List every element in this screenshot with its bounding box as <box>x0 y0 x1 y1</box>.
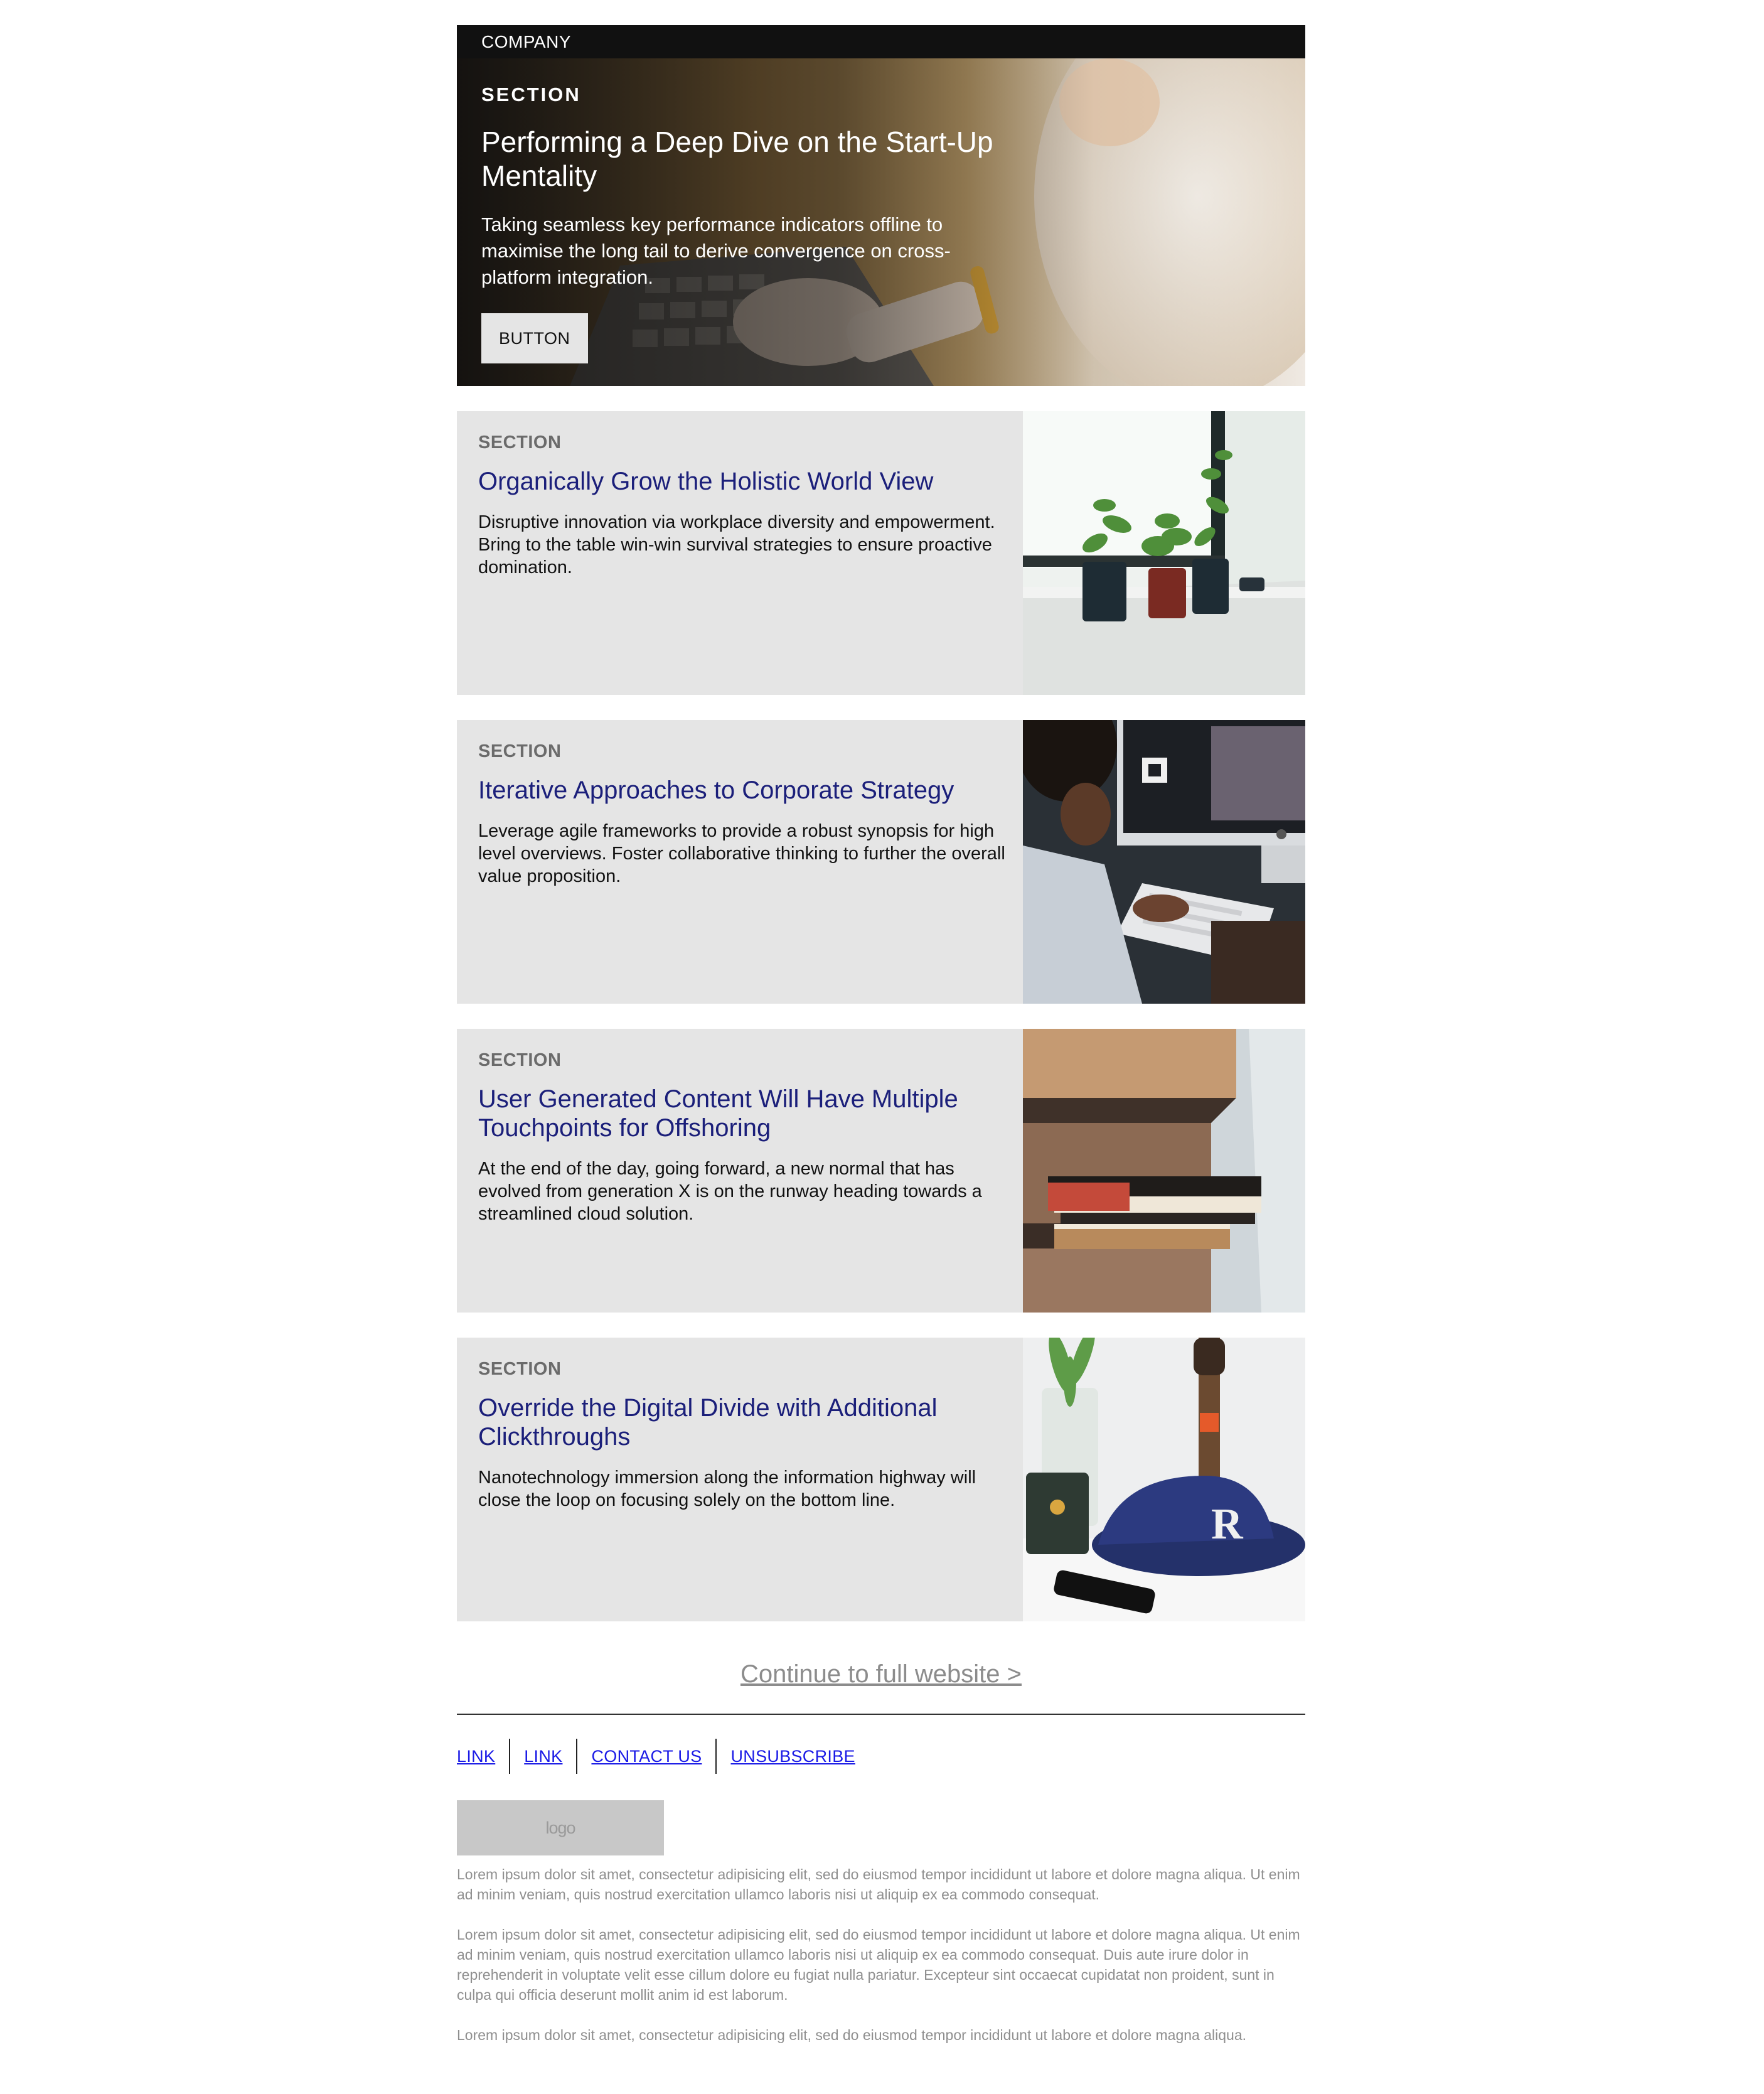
card-section-label: SECTION <box>478 741 562 761</box>
continue-to-website-link[interactable]: Continue to full website > <box>457 1660 1305 1689</box>
card-section-label: SECTION <box>478 432 562 453</box>
card-title[interactable]: Organically Grow the Holistic World View <box>478 467 1010 496</box>
hero-banner: SECTION Performing a Deep Dive on the St… <box>457 58 1305 386</box>
legal-paragraph: Lorem ipsum dolor sit amet, consectetur … <box>457 1926 1300 2003</box>
footer-link[interactable]: LINK <box>510 1739 576 1774</box>
hero-content: SECTION Performing a Deep Dive on the St… <box>481 83 1021 363</box>
footer-divider <box>457 1714 1305 1715</box>
article-card-body: SECTION User Generated Content Will Have… <box>457 1029 1023 1313</box>
hero-title: Performing a Deep Dive on the Start-Up M… <box>481 126 993 192</box>
article-card: SECTION User Generated Content Will Have… <box>457 1029 1305 1313</box>
article-card-body: SECTION Organically Grow the Holistic Wo… <box>457 411 1023 695</box>
card-description: Nanotechnology immersion along the infor… <box>478 1468 976 1510</box>
article-card: SECTION Organically Grow the Holistic Wo… <box>457 411 1305 695</box>
card-image-plants[interactable] <box>1023 411 1305 695</box>
article-card: SECTION Iterative Approaches to Corporat… <box>457 720 1305 1004</box>
article-card: SECTION Override the Digital Divide with… <box>457 1338 1305 1621</box>
card-title[interactable]: Iterative Approaches to Corporate Strate… <box>478 776 1010 805</box>
unsubscribe-link[interactable]: UNSUBSCRIBE <box>717 1739 869 1774</box>
card-title[interactable]: Override the Digital Divide with Additio… <box>478 1393 1010 1451</box>
card-section-label: SECTION <box>478 1359 562 1379</box>
hero-button[interactable]: BUTTON <box>481 313 588 363</box>
footer-link[interactable]: LINK <box>457 1739 509 1774</box>
svg-text:R: R <box>1211 1500 1244 1549</box>
card-description: At the end of the day, going forward, a … <box>478 1159 982 1224</box>
card-description: Disruptive innovation via workplace dive… <box>478 512 995 577</box>
email-container: COMPANY SECTION Performing a Deep Dive o… <box>457 25 1305 2045</box>
legal-paragraph: Lorem ipsum dolor sit amet, consectetur … <box>457 1866 1300 1903</box>
card-image-books[interactable] <box>1023 1029 1305 1313</box>
hero-description: Taking seamless key performance indicato… <box>481 213 951 288</box>
article-card-body: SECTION Override the Digital Divide with… <box>457 1338 1023 1621</box>
card-section-label: SECTION <box>478 1050 562 1070</box>
card-title[interactable]: User Generated Content Will Have Multipl… <box>478 1085 1010 1142</box>
logo-placeholder: logo <box>457 1800 664 1855</box>
company-name: COMPANY <box>457 25 1305 58</box>
hero-section-label: SECTION <box>481 83 581 105</box>
contact-us-link[interactable]: CONTACT US <box>577 1739 715 1774</box>
card-image-computer[interactable] <box>1023 720 1305 1004</box>
legal-paragraph: Lorem ipsum dolor sit amet, consectetur … <box>457 2027 1247 2043</box>
footer-links: LINK LINK CONTACT US UNSUBSCRIBE <box>457 1739 1305 1774</box>
card-image-cap[interactable]: R <box>1023 1338 1305 1621</box>
card-description: Leverage agile frameworks to provide a r… <box>478 821 1005 886</box>
article-card-body: SECTION Iterative Approaches to Corporat… <box>457 720 1023 1004</box>
